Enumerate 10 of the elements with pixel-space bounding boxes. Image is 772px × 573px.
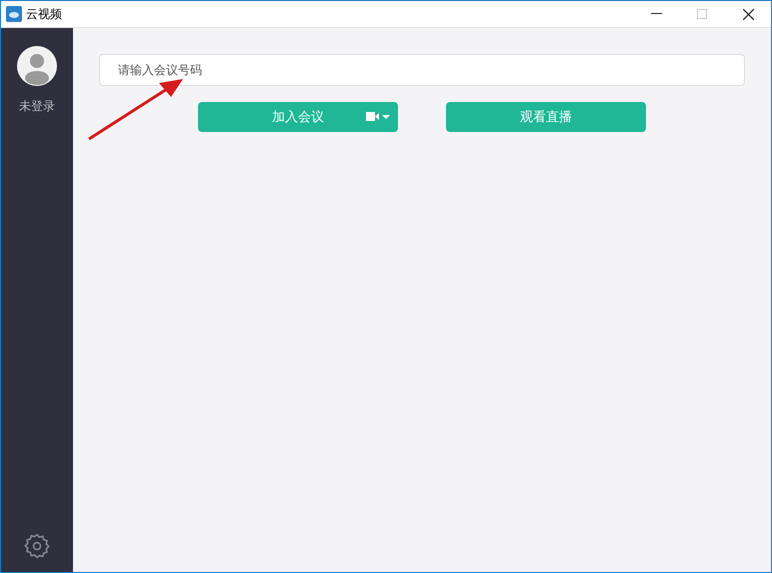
join-meeting-button[interactable]: 加入会议 bbox=[198, 102, 398, 132]
window-title: 云视频 bbox=[26, 6, 63, 22]
meeting-number-field[interactable]: 请输入会议号码 bbox=[99, 54, 745, 86]
avatar-icon[interactable] bbox=[17, 46, 57, 86]
settings-button[interactable] bbox=[24, 532, 50, 558]
watch-live-button[interactable]: 观看直播 bbox=[446, 102, 646, 132]
app-logo-icon bbox=[6, 6, 22, 22]
login-status-label: 未登录 bbox=[19, 98, 55, 115]
camera-dropdown-icon[interactable] bbox=[366, 111, 392, 123]
settings-icon bbox=[24, 532, 50, 558]
